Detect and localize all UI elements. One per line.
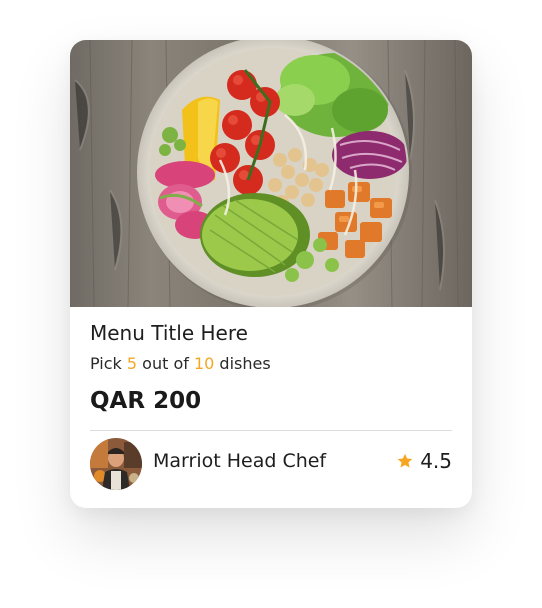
rating: 4.5: [396, 449, 452, 473]
chef-portrait-icon: [90, 438, 142, 490]
out-of-text: out of: [137, 354, 194, 373]
price: QAR 200: [90, 388, 202, 414]
dish-selection-text: Pick 5 out of 10 dishes: [90, 354, 271, 373]
menu-card[interactable]: Menu Title Here Pick 5 out of 10 dishes …: [70, 40, 472, 508]
divider: [90, 430, 452, 431]
picked-count: 5: [126, 354, 138, 373]
menu-title: Menu Title Here: [90, 321, 248, 345]
pick-prefix: Pick: [90, 354, 127, 373]
total-count: 10: [193, 354, 215, 373]
chef-name[interactable]: Marriot Head Chef: [153, 450, 326, 472]
chef-avatar[interactable]: [90, 438, 142, 490]
dishes-suffix: dishes: [214, 354, 271, 373]
star-icon: [397, 453, 413, 468]
rating-value: 4.5: [420, 449, 452, 473]
salad-bowl-icon: [70, 40, 472, 307]
dish-photo: [70, 40, 472, 307]
